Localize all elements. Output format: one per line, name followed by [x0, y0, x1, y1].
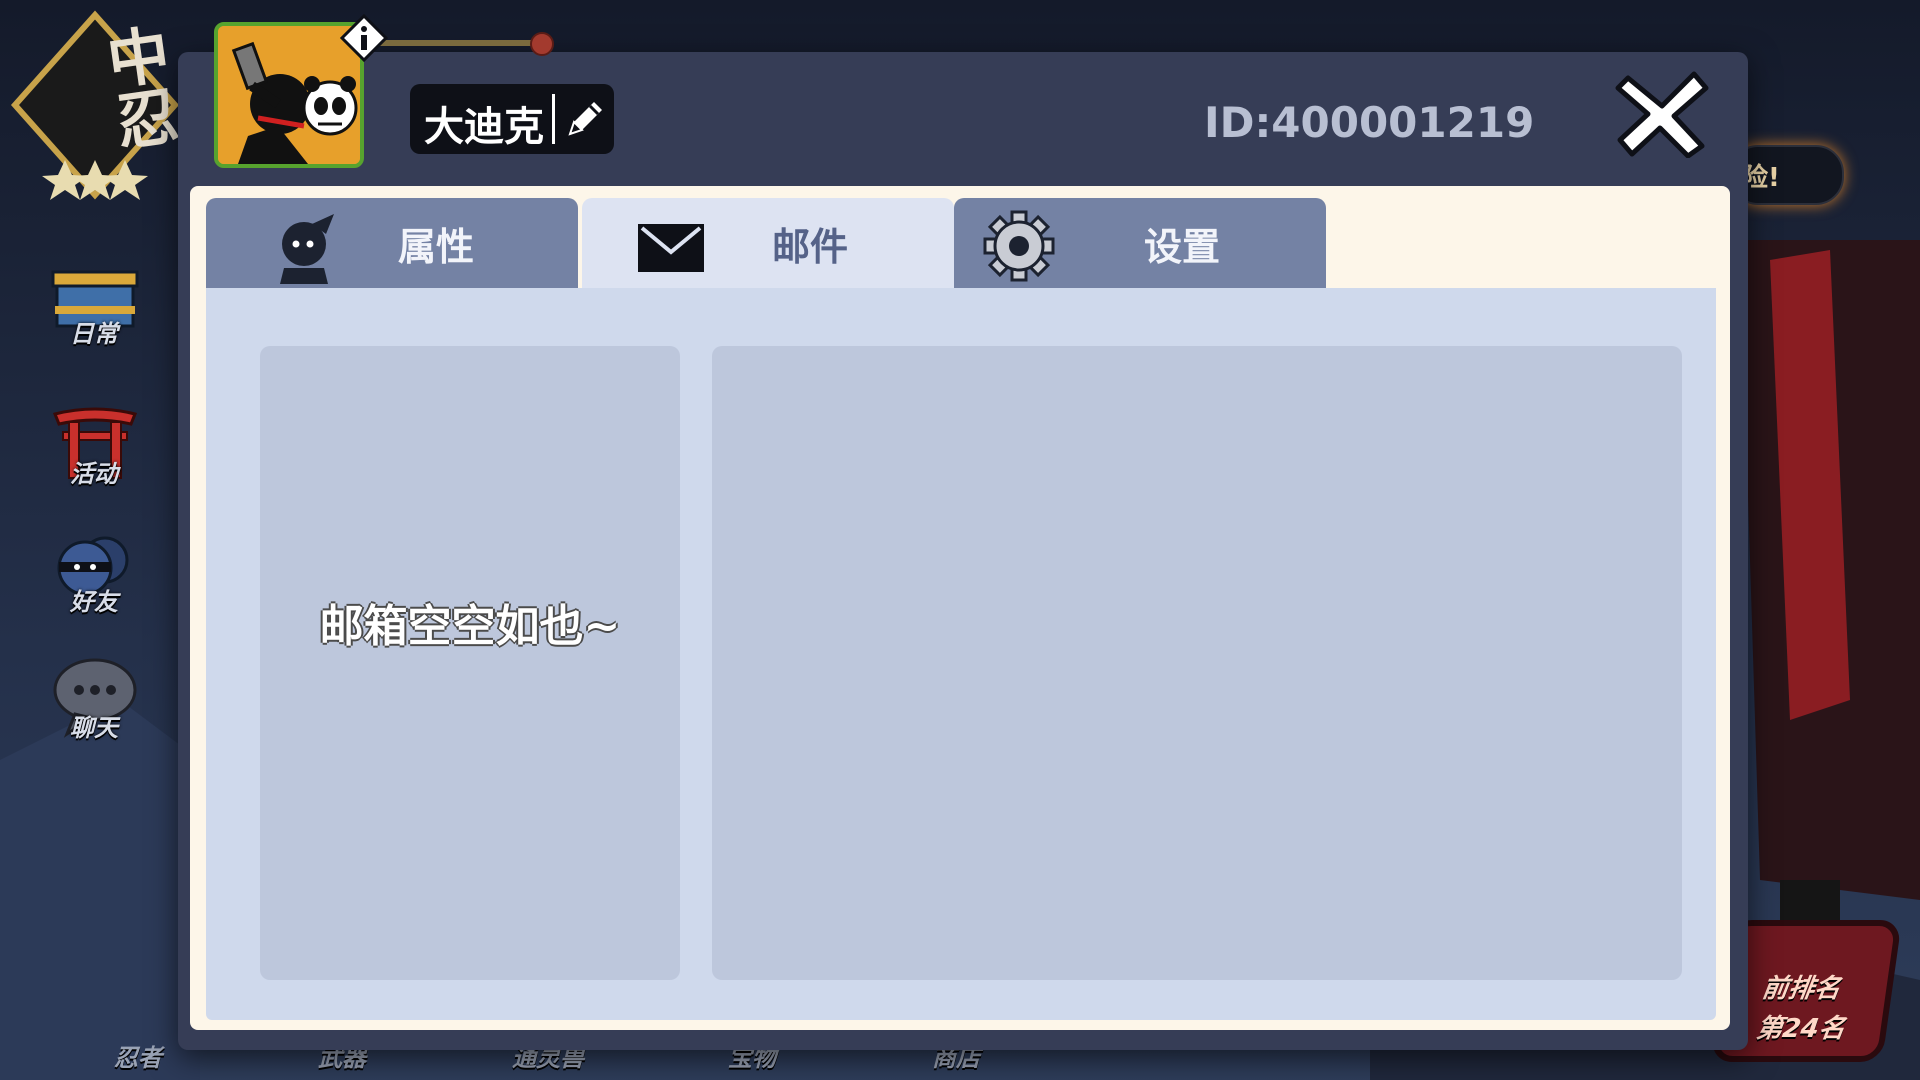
side-menu-events[interactable]: 活动 — [40, 402, 150, 512]
envelope-icon — [638, 224, 704, 272]
close-x-icon[interactable] — [1614, 68, 1710, 158]
player-name: 大迪克 — [424, 104, 544, 150]
mail-list[interactable]: 邮箱空空如也~ — [260, 346, 680, 980]
ranking-line-1: 前排名 — [1760, 974, 1843, 1004]
mail-empty-message: 邮箱空空如也~ — [319, 601, 621, 652]
tab-settings[interactable]: 设置 — [954, 198, 1326, 290]
player-id: ID:400001219 — [1204, 98, 1535, 147]
tab-label: 邮件 — [772, 225, 849, 269]
side-menu-label: 好友 — [70, 588, 118, 616]
tab-attributes[interactable]: 属性 — [206, 198, 578, 290]
side-menu-label: 聊天 — [70, 714, 118, 742]
level-progress-track — [370, 40, 540, 46]
gear-icon — [983, 210, 1055, 282]
name-plate[interactable]: 大迪克 — [410, 84, 614, 154]
side-menu-friends[interactable]: 好友 — [40, 530, 150, 640]
mail-detail-panel — [712, 346, 1682, 980]
side-menu-chat[interactable]: 聊天 — [40, 656, 150, 766]
rank-label: 中忍 — [92, 21, 182, 154]
pencil-icon[interactable] — [562, 96, 608, 142]
tab-label: 设置 — [1144, 225, 1221, 269]
side-menu-label: 活动 — [70, 460, 118, 488]
ninja-head-icon — [280, 214, 334, 284]
side-menu-label: 日常 — [70, 320, 118, 348]
level-progress-dot — [530, 32, 554, 56]
tab-label: 属性 — [398, 225, 475, 269]
rank-emblem: 中忍 — [10, 10, 182, 210]
name-divider — [552, 94, 555, 144]
side-menu-daily[interactable]: 日常 — [40, 262, 150, 372]
ranking-line-2: 第24名 — [1754, 1014, 1847, 1044]
tab-mail[interactable]: 邮件 — [582, 198, 954, 298]
bottom-nav-ninja[interactable]: 忍者 — [114, 1038, 162, 1073]
info-icon[interactable] — [340, 14, 388, 62]
ninja-panda-selfie-avatar — [218, 26, 360, 164]
